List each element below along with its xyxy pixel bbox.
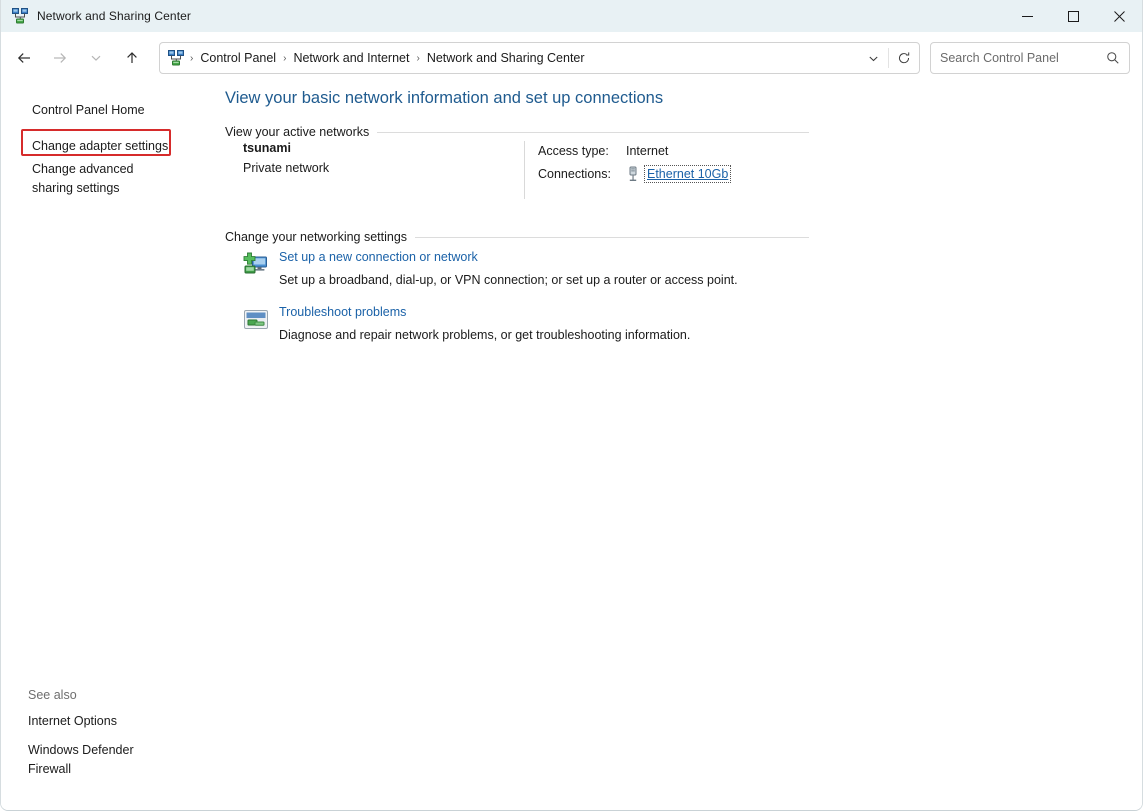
maximize-button[interactable] [1050,0,1096,32]
chevron-down-icon[interactable] [858,44,888,72]
network-sharing-icon [12,8,28,24]
network-type: Private network [243,161,329,175]
sidebar-item-control-panel-home[interactable]: Control Panel Home [32,100,182,121]
task-text-block: Set up a new connection or network Set u… [279,250,738,289]
task-text-block: Troubleshoot problems Diagnose and repai… [279,305,690,344]
breadcrumb-separator: › [281,53,288,64]
access-type-label: Access type: [538,144,626,158]
address-toolbar: › Control Panel › Network and Internet ›… [1,32,1142,84]
search-box[interactable] [930,42,1130,74]
address-bar[interactable]: › Control Panel › Network and Internet ›… [159,42,920,74]
close-button[interactable] [1096,0,1142,32]
breadcrumb-control-panel[interactable]: Control Panel [195,48,281,68]
forward-arrow-icon[interactable] [45,43,75,73]
title-bar: Network and Sharing Center [1,0,1142,32]
task-set-up-new-connection: Set up a new connection or network Set u… [243,250,738,289]
refresh-icon[interactable] [889,44,919,72]
sidebar-item-change-adapter-settings[interactable]: Change adapter settings [32,136,182,157]
task-description: Set up a broadband, dial-up, or VPN conn… [279,273,738,287]
back-arrow-icon[interactable] [9,43,39,73]
breadcrumb-network-and-internet[interactable]: Network and Internet [288,48,414,68]
window-title: Network and Sharing Center [37,9,191,23]
task-link-troubleshoot-problems[interactable]: Troubleshoot problems [279,305,690,319]
detail-row-access-type: Access type: Internet [538,141,729,160]
network-sharing-center-window: Network and Sharing Center [0,0,1143,811]
window-controls [1004,0,1142,32]
ethernet-adapter-icon [626,166,640,182]
see-also-item-windows-defender-firewall[interactable]: Windows Defender Firewall [28,740,178,780]
network-details: Access type: Internet Connections: [538,141,729,187]
access-type-value: Internet [626,144,668,158]
troubleshoot-icon [243,307,269,333]
up-arrow-icon[interactable] [117,43,147,73]
breadcrumb-network-and-sharing-center[interactable]: Network and Sharing Center [422,48,590,68]
window-body: Control Panel Home Change adapter settin… [1,84,1142,810]
search-icon[interactable] [1106,51,1120,65]
section-header-active-networks: View your active networks [225,125,809,139]
page-title: View your basic network information and … [225,89,663,108]
section-divider [377,132,809,133]
sidebar-item-change-advanced-sharing-settings[interactable]: Change advanced sharing settings [32,159,172,199]
section-header-label: View your active networks [225,125,369,139]
task-description: Diagnose and repair network problems, or… [279,328,690,342]
connections-label: Connections: [538,167,626,181]
chevron-down-icon[interactable] [81,43,111,73]
network-sharing-icon [168,50,184,66]
content-pane: View your basic network information and … [223,84,1142,810]
section-divider [415,237,809,238]
task-link-set-up-new-connection[interactable]: Set up a new connection or network [279,250,738,264]
section-header-label: Change your networking settings [225,230,407,244]
see-also-title: See also [28,688,218,702]
connection-link-ethernet[interactable]: Ethernet 10Gb [646,167,729,181]
sidebar: Control Panel Home Change adapter settin… [1,84,223,810]
section-header-networking-settings: Change your networking settings [225,230,809,244]
search-input[interactable] [940,51,1106,65]
network-name: tsunami [243,141,329,155]
minimize-button[interactable] [1004,0,1050,32]
active-network-summary: tsunami Private network [243,141,329,175]
see-also-item-internet-options[interactable]: Internet Options [28,711,178,732]
detail-row-connections: Connections: Ethernet 10Gb [538,164,729,183]
breadcrumb-separator: › [188,53,195,64]
breadcrumb-separator: › [414,53,421,64]
task-troubleshoot-problems: Troubleshoot problems Diagnose and repai… [243,305,690,344]
network-detail-divider [524,141,525,199]
new-connection-icon [243,252,269,278]
see-also-section: See also Internet Options Windows Defend… [28,688,218,788]
